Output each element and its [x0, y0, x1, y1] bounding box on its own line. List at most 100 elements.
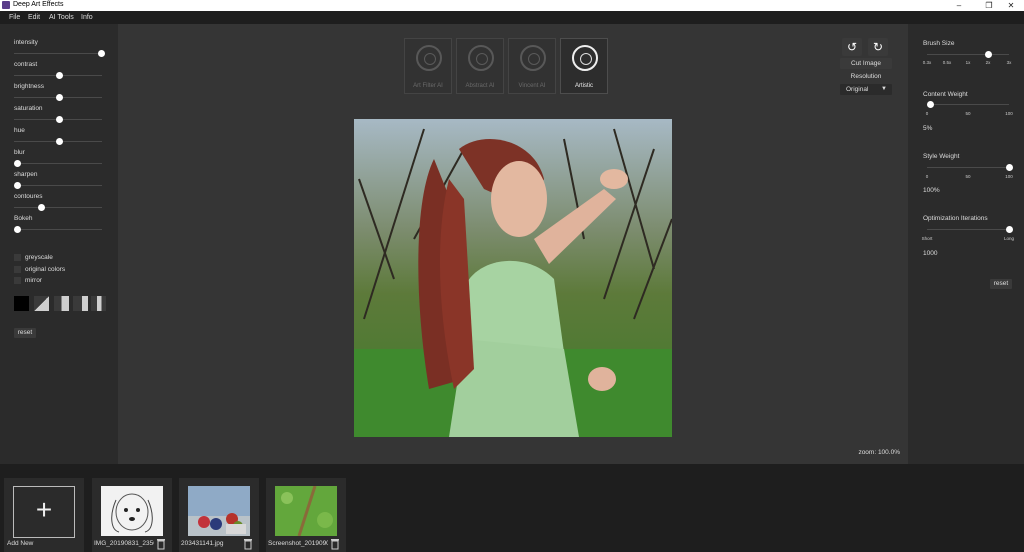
tick-label: 0 [925, 111, 929, 116]
content-weight-track[interactable] [927, 104, 1009, 105]
style-art-filter-ai-button[interactable]: Art Filter AI [404, 38, 452, 94]
tick-label: 0 [925, 174, 929, 179]
slider-label-intensity: intensity [14, 39, 38, 46]
close-button[interactable]: ✕ [998, 0, 1024, 11]
bokeh-slider[interactable] [14, 226, 21, 233]
brush-size-slider[interactable] [985, 51, 992, 58]
menu-ai-tools[interactable]: AI Tools [49, 14, 74, 21]
mask-center-button[interactable] [91, 296, 106, 311]
menu-edit[interactable]: Edit [28, 14, 40, 21]
thumbnail-card[interactable]: 203431141.jpg [179, 478, 259, 552]
style-label: Abstract AI [465, 83, 495, 89]
left-reset-button[interactable]: reset [14, 328, 36, 338]
thumbnail-strip: + Add New IMG_20190831_2356 203431141.jp… [0, 464, 1024, 552]
brightness-slider[interactable] [56, 94, 63, 101]
thumbnail-image[interactable] [101, 486, 163, 536]
tick-label: 100 [1005, 174, 1013, 179]
slider-label-hue: hue [14, 127, 25, 134]
mask-full-button[interactable] [14, 296, 29, 311]
optimization-value: 1000 [923, 250, 938, 257]
sharpen-slider[interactable] [14, 182, 21, 189]
thumbnail-image[interactable] [275, 486, 337, 536]
checkbox-label: original colors [25, 266, 66, 273]
checkbox-box[interactable] [14, 277, 21, 284]
style-weight-value: 100% [923, 187, 940, 194]
checkbox-box[interactable] [14, 266, 21, 273]
contoures-slider[interactable] [37, 204, 45, 211]
thumbnail-name: 203431141.jpg [181, 540, 224, 547]
blur-slider[interactable] [14, 160, 21, 167]
main-image[interactable] [354, 119, 672, 437]
tick-label: 50 [965, 111, 971, 116]
tick-label: 50 [965, 174, 971, 179]
minimize-button[interactable]: – [946, 0, 972, 11]
rotate-right-button[interactable]: ↻ [868, 38, 888, 56]
slider-track[interactable] [14, 185, 102, 186]
brush-size-track[interactable] [927, 54, 1009, 55]
mask-right-half-button[interactable] [73, 296, 88, 311]
optimization-iterations-slider[interactable] [1006, 226, 1013, 233]
trash-icon[interactable] [156, 538, 166, 550]
add-new-card[interactable]: + Add New [4, 478, 84, 552]
app-icon [2, 1, 10, 9]
style-icon [416, 45, 442, 71]
window-title: Deep Art Effects [13, 1, 64, 8]
slider-track[interactable] [14, 53, 102, 54]
style-weight-slider[interactable] [1006, 164, 1013, 171]
checkbox-label: greyscale [25, 254, 53, 261]
saturation-slider[interactable] [56, 116, 63, 123]
tick-label: 2x [985, 60, 991, 65]
resolution-value: Original [846, 86, 869, 93]
style-abstract-ai-button[interactable]: Abstract AI [456, 38, 504, 94]
style-artistic-button[interactable]: Artistic [560, 38, 608, 94]
intensity-slider[interactable] [98, 50, 105, 57]
chevron-down-icon: ▼ [881, 86, 887, 92]
slider-track[interactable] [14, 207, 102, 208]
cut-image-button[interactable]: Cut Image [840, 58, 892, 69]
menu-info[interactable]: Info [81, 14, 93, 21]
content-weight-slider[interactable] [927, 101, 934, 108]
contrast-slider[interactable] [56, 72, 63, 79]
tick-label: 0.5x [942, 60, 952, 65]
tick-label: 1x [965, 60, 971, 65]
trash-icon[interactable] [243, 538, 253, 550]
tick-label: 0.3x [922, 60, 932, 65]
style-weight-track[interactable] [927, 167, 1009, 168]
trash-icon[interactable] [330, 538, 340, 550]
title-bar: Deep Art Effects – ❐ ✕ [0, 0, 1024, 11]
menu-file[interactable]: File [9, 14, 20, 21]
green-thumbnail [275, 486, 337, 536]
rotate-left-button[interactable]: ↺ [842, 38, 862, 56]
slider-label-bokeh: Bokeh [14, 215, 33, 222]
slider-label-sharpen: sharpen [14, 171, 38, 178]
right-reset-button[interactable]: reset [990, 279, 1012, 289]
style-weight-label: Style Weight [923, 153, 960, 160]
style-settings-panel: Brush Size 0.3x 0.5x 1x 2x 3x Content We… [908, 24, 1024, 464]
adjustments-panel: intensity contrast brightness saturation hue… [0, 24, 118, 464]
content-weight-label: Content Weight [923, 91, 968, 98]
thumbnail-card[interactable]: Screenshot_2019090 [266, 478, 346, 552]
optimization-track[interactable] [927, 229, 1009, 230]
add-new-button[interactable]: + [13, 486, 75, 538]
thumbnail-image[interactable] [188, 486, 250, 536]
mask-left-half-button[interactable] [54, 296, 69, 311]
slider-track[interactable] [14, 163, 102, 164]
resolution-select[interactable]: Original ▼ [840, 84, 892, 95]
style-label: Art Filter AI [413, 83, 443, 89]
hue-slider[interactable] [56, 138, 63, 145]
tick-label: Short [921, 236, 933, 241]
slider-track[interactable] [14, 229, 102, 230]
content-weight-value: 5% [923, 125, 933, 132]
brush-size-label: Brush Size [923, 40, 955, 47]
checkbox-box[interactable] [14, 254, 21, 261]
tick-label: Long [1003, 236, 1014, 241]
style-vincent-ai-button[interactable]: Vincent AI [508, 38, 556, 94]
fruit-thumbnail [188, 513, 250, 536]
plus-icon: + [35, 494, 53, 525]
thumbnail-card[interactable]: IMG_20190831_2356 [92, 478, 172, 552]
style-label: Artistic [575, 83, 593, 89]
slider-label-contrast: contrast [14, 61, 38, 68]
style-icon [468, 45, 494, 71]
menu-bar: File Edit AI Tools Info [0, 11, 1024, 24]
mask-diagonal-button[interactable] [34, 296, 49, 311]
